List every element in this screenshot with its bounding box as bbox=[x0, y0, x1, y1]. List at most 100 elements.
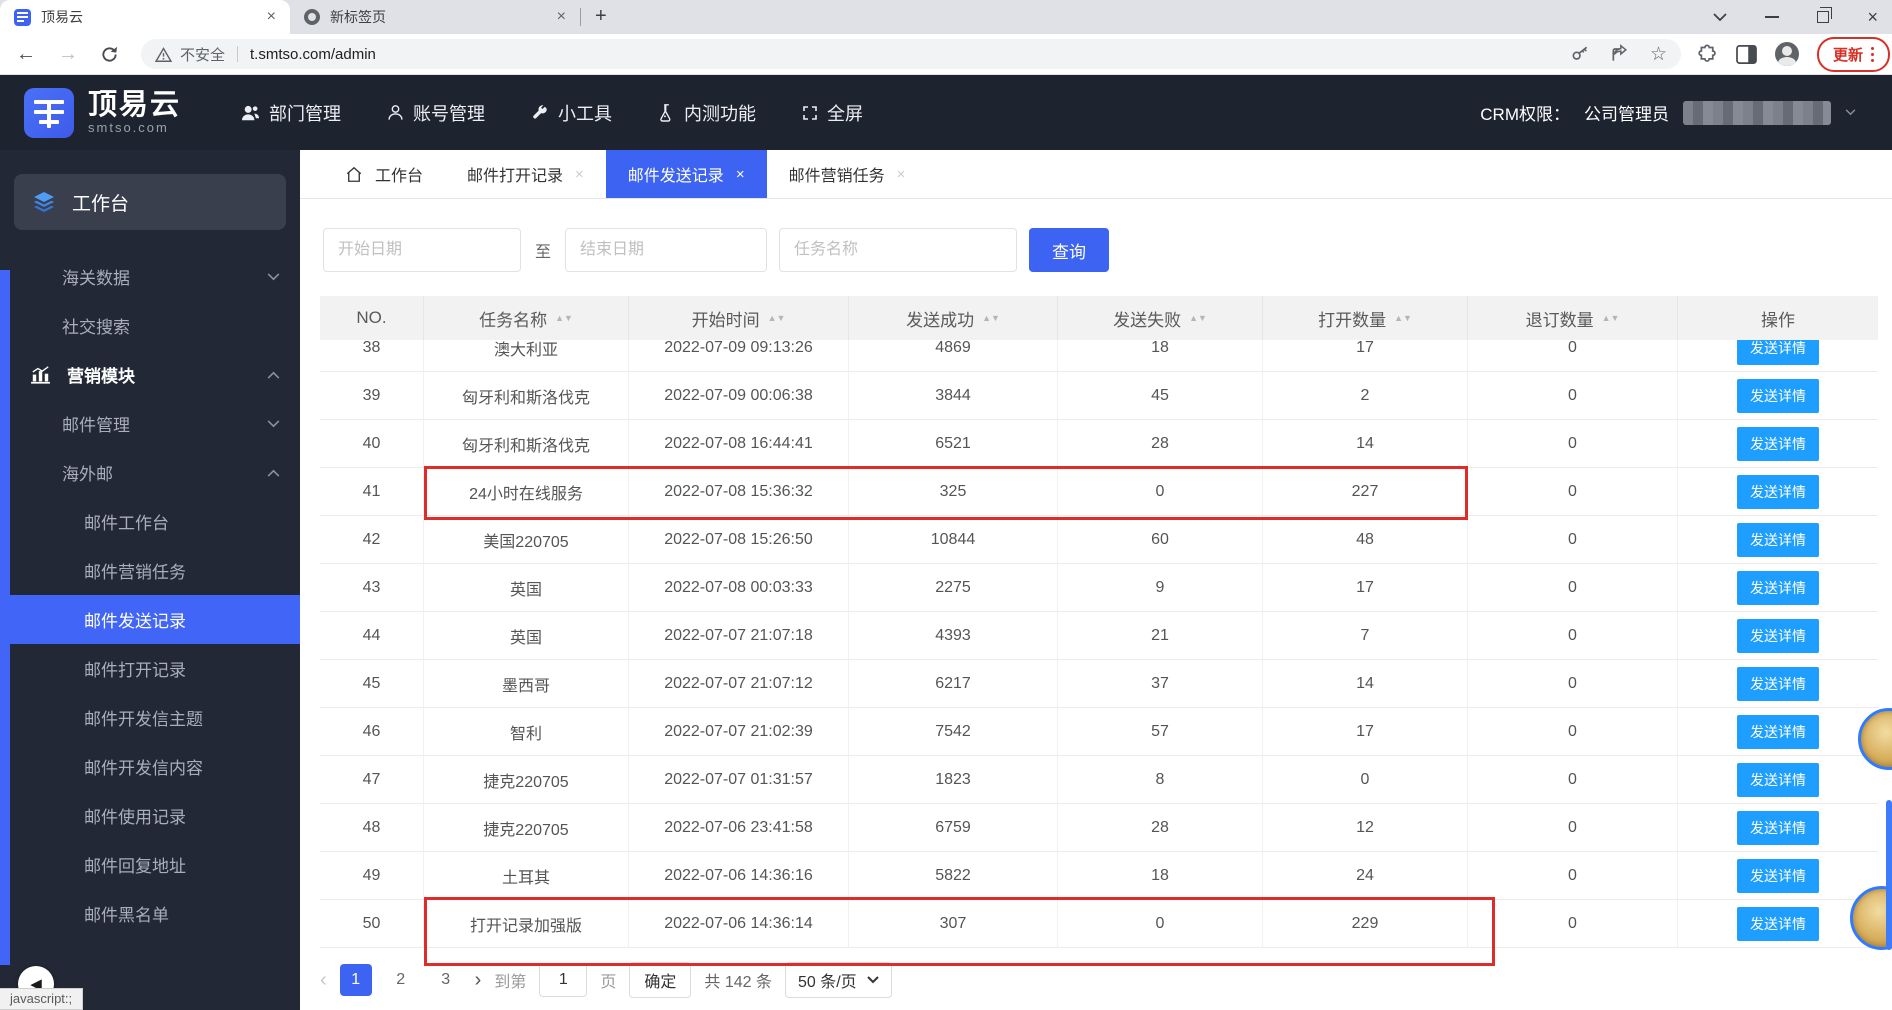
nav-account-management[interactable]: 账号管理 bbox=[387, 100, 485, 126]
main-content: 工作台 邮件打开记录 × 邮件发送记录 × 邮件营销任务 × 至 查询 bbox=[300, 150, 1892, 1010]
browser-update-button[interactable]: 更新 bbox=[1816, 36, 1890, 72]
restore-icon[interactable] bbox=[1817, 7, 1833, 23]
sidebar-item[interactable]: 海外邮 bbox=[0, 448, 300, 497]
tab-mail-send-records[interactable]: 邮件发送记录 × bbox=[605, 150, 767, 198]
next-page-icon[interactable]: › bbox=[475, 969, 482, 992]
new-tab-button[interactable]: + bbox=[595, 5, 607, 28]
sidebar-item[interactable]: 海关数据 bbox=[0, 252, 300, 301]
end-date-input[interactable] bbox=[565, 228, 768, 272]
tab-mail-open-records[interactable]: 邮件打开记录 × bbox=[445, 150, 606, 198]
sidebar-item[interactable]: 邮件回复地址 bbox=[0, 840, 300, 889]
tab-search-chevron-icon[interactable] bbox=[1713, 12, 1728, 22]
page-size-select[interactable]: 50 条/页 bbox=[784, 962, 892, 998]
send-detail-button[interactable]: 发送详情 bbox=[1737, 570, 1819, 605]
send-detail-button[interactable]: 发送详情 bbox=[1737, 762, 1819, 797]
send-detail-button[interactable]: 发送详情 bbox=[1737, 618, 1819, 653]
page-button-1[interactable]: 1 bbox=[339, 964, 372, 996]
select-caret-icon bbox=[866, 976, 879, 984]
screen: 顶易云 × 新标签页 × + × ← → 不安全 t.smtso.com/adm… bbox=[0, 0, 1892, 1010]
browser-tab-active[interactable]: 顶易云 × bbox=[0, 0, 290, 34]
sidebar-item[interactable]: 社交搜索 bbox=[0, 301, 300, 350]
cell-send-success: 4393 bbox=[849, 612, 1058, 659]
prev-page-icon[interactable]: ‹ bbox=[320, 969, 327, 992]
nav-beta-features[interactable]: 内测功能 bbox=[658, 100, 756, 126]
send-detail-button[interactable]: 发送详情 bbox=[1737, 906, 1819, 941]
sidebar-item[interactable]: 营销模块 bbox=[0, 350, 300, 399]
side-panel-icon[interactable] bbox=[1736, 44, 1757, 64]
app-logo[interactable] bbox=[24, 87, 74, 138]
send-detail-button[interactable]: 发送详情 bbox=[1737, 426, 1819, 461]
nav-tools[interactable]: 小工具 bbox=[531, 100, 612, 126]
send-detail-button[interactable]: 发送详情 bbox=[1737, 522, 1819, 557]
tab-workbench[interactable]: 工作台 bbox=[323, 150, 445, 198]
col-send-success[interactable]: 发送成功 ▲▼ bbox=[849, 296, 1058, 340]
bookmark-star-icon[interactable]: ☆ bbox=[1650, 43, 1667, 66]
password-key-icon[interactable] bbox=[1570, 44, 1590, 64]
tab-close-icon[interactable]: × bbox=[267, 8, 276, 26]
forward-icon[interactable]: → bbox=[58, 43, 78, 66]
browser-tab-newtab[interactable]: 新标签页 × bbox=[290, 0, 580, 34]
task-name-input[interactable] bbox=[779, 228, 1018, 272]
sidebar-item[interactable]: 邮件黑名单 bbox=[0, 889, 300, 938]
cell-start-time: 2022-07-09 09:13:26 bbox=[629, 340, 849, 371]
close-window-icon[interactable]: × bbox=[1867, 7, 1878, 28]
send-detail-button[interactable]: 发送详情 bbox=[1737, 666, 1819, 701]
send-detail-button[interactable]: 发送详情 bbox=[1737, 810, 1819, 845]
profile-avatar[interactable] bbox=[1774, 42, 1799, 66]
send-detail-button[interactable]: 发送详情 bbox=[1737, 378, 1819, 413]
sidebar-item[interactable]: 邮件开发信内容 bbox=[0, 742, 300, 791]
share-icon[interactable] bbox=[1610, 44, 1630, 64]
cell-unsub-count: 0 bbox=[1468, 420, 1678, 467]
page-button-3[interactable]: 3 bbox=[430, 964, 462, 996]
cell-send-success: 4869 bbox=[849, 340, 1058, 371]
sort-icon[interactable]: ▲▼ bbox=[555, 314, 573, 323]
col-start-time[interactable]: 开始时间 ▲▼ bbox=[629, 296, 849, 340]
sort-icon[interactable]: ▲▼ bbox=[768, 314, 786, 323]
send-detail-button[interactable]: 发送详情 bbox=[1737, 340, 1819, 365]
minimize-icon[interactable] bbox=[1765, 16, 1780, 18]
sidebar-item[interactable]: 邮件营销任务 bbox=[0, 546, 300, 595]
tab-close-icon[interactable]: × bbox=[575, 166, 584, 183]
col-no: NO. bbox=[320, 296, 424, 340]
col-task-name[interactable]: 任务名称 ▲▼ bbox=[424, 296, 629, 340]
send-detail-button[interactable]: 发送详情 bbox=[1737, 858, 1819, 893]
sort-icon[interactable]: ▲▼ bbox=[1602, 314, 1620, 323]
sort-icon[interactable]: ▲▼ bbox=[1394, 314, 1412, 323]
sort-icon[interactable]: ▲▼ bbox=[1189, 314, 1207, 323]
search-button[interactable]: 查询 bbox=[1029, 228, 1110, 272]
sidebar-item[interactable]: 邮件管理 bbox=[0, 399, 300, 448]
send-detail-button[interactable]: 发送详情 bbox=[1737, 474, 1819, 509]
nav-department-management[interactable]: 部门管理 bbox=[241, 100, 341, 126]
col-unsub-count[interactable]: 退订数量 ▲▼ bbox=[1468, 296, 1678, 340]
extensions-puzzle-icon[interactable] bbox=[1697, 43, 1718, 65]
col-send-fail[interactable]: 发送失败 ▲▼ bbox=[1058, 296, 1263, 340]
start-date-input[interactable] bbox=[323, 228, 521, 272]
sidebar-item[interactable]: 邮件使用记录 bbox=[0, 791, 300, 840]
sort-icon[interactable]: ▲▼ bbox=[982, 314, 1000, 323]
tab-close-icon[interactable]: × bbox=[557, 8, 566, 26]
address-bar[interactable]: 不安全 t.smtso.com/admin ☆ bbox=[141, 39, 1681, 69]
col-open-count[interactable]: 打开数量 ▲▼ bbox=[1263, 296, 1468, 340]
goto-page-input[interactable] bbox=[539, 963, 588, 997]
sidebar-item[interactable]: 邮件开发信主题 bbox=[0, 693, 300, 742]
tab-close-icon[interactable]: × bbox=[897, 166, 906, 183]
masked-username[interactable] bbox=[1683, 100, 1831, 125]
sidebar-item-label: 工作台 bbox=[72, 193, 130, 215]
tab-close-icon[interactable]: × bbox=[736, 166, 745, 183]
sidebar-item[interactable]: 邮件发送记录 bbox=[0, 595, 300, 644]
nav-fullscreen[interactable]: 全屏 bbox=[802, 100, 863, 126]
page-button-2[interactable]: 2 bbox=[385, 964, 417, 996]
sidebar-item[interactable]: 邮件工作台 bbox=[0, 497, 300, 546]
reload-icon[interactable] bbox=[100, 45, 119, 64]
sidebar-item[interactable]: 邮件打开记录 bbox=[0, 644, 300, 693]
goto-confirm-button[interactable]: 确定 bbox=[629, 962, 692, 998]
user-caret-icon[interactable] bbox=[1845, 109, 1856, 116]
tab-mail-marketing-tasks[interactable]: 邮件营销任务 × bbox=[767, 150, 928, 198]
cell-task-name: 澳大利亚 bbox=[424, 340, 629, 371]
sidebar-item-label: 海外邮 bbox=[62, 465, 113, 484]
back-icon[interactable]: ← bbox=[16, 43, 36, 66]
page-scrollbar-thumb[interactable] bbox=[1886, 800, 1892, 950]
menu-dots-icon bbox=[1871, 46, 1874, 62]
send-detail-button[interactable]: 发送详情 bbox=[1737, 714, 1819, 749]
sidebar-item-workbench[interactable]: 工作台 bbox=[14, 174, 286, 230]
